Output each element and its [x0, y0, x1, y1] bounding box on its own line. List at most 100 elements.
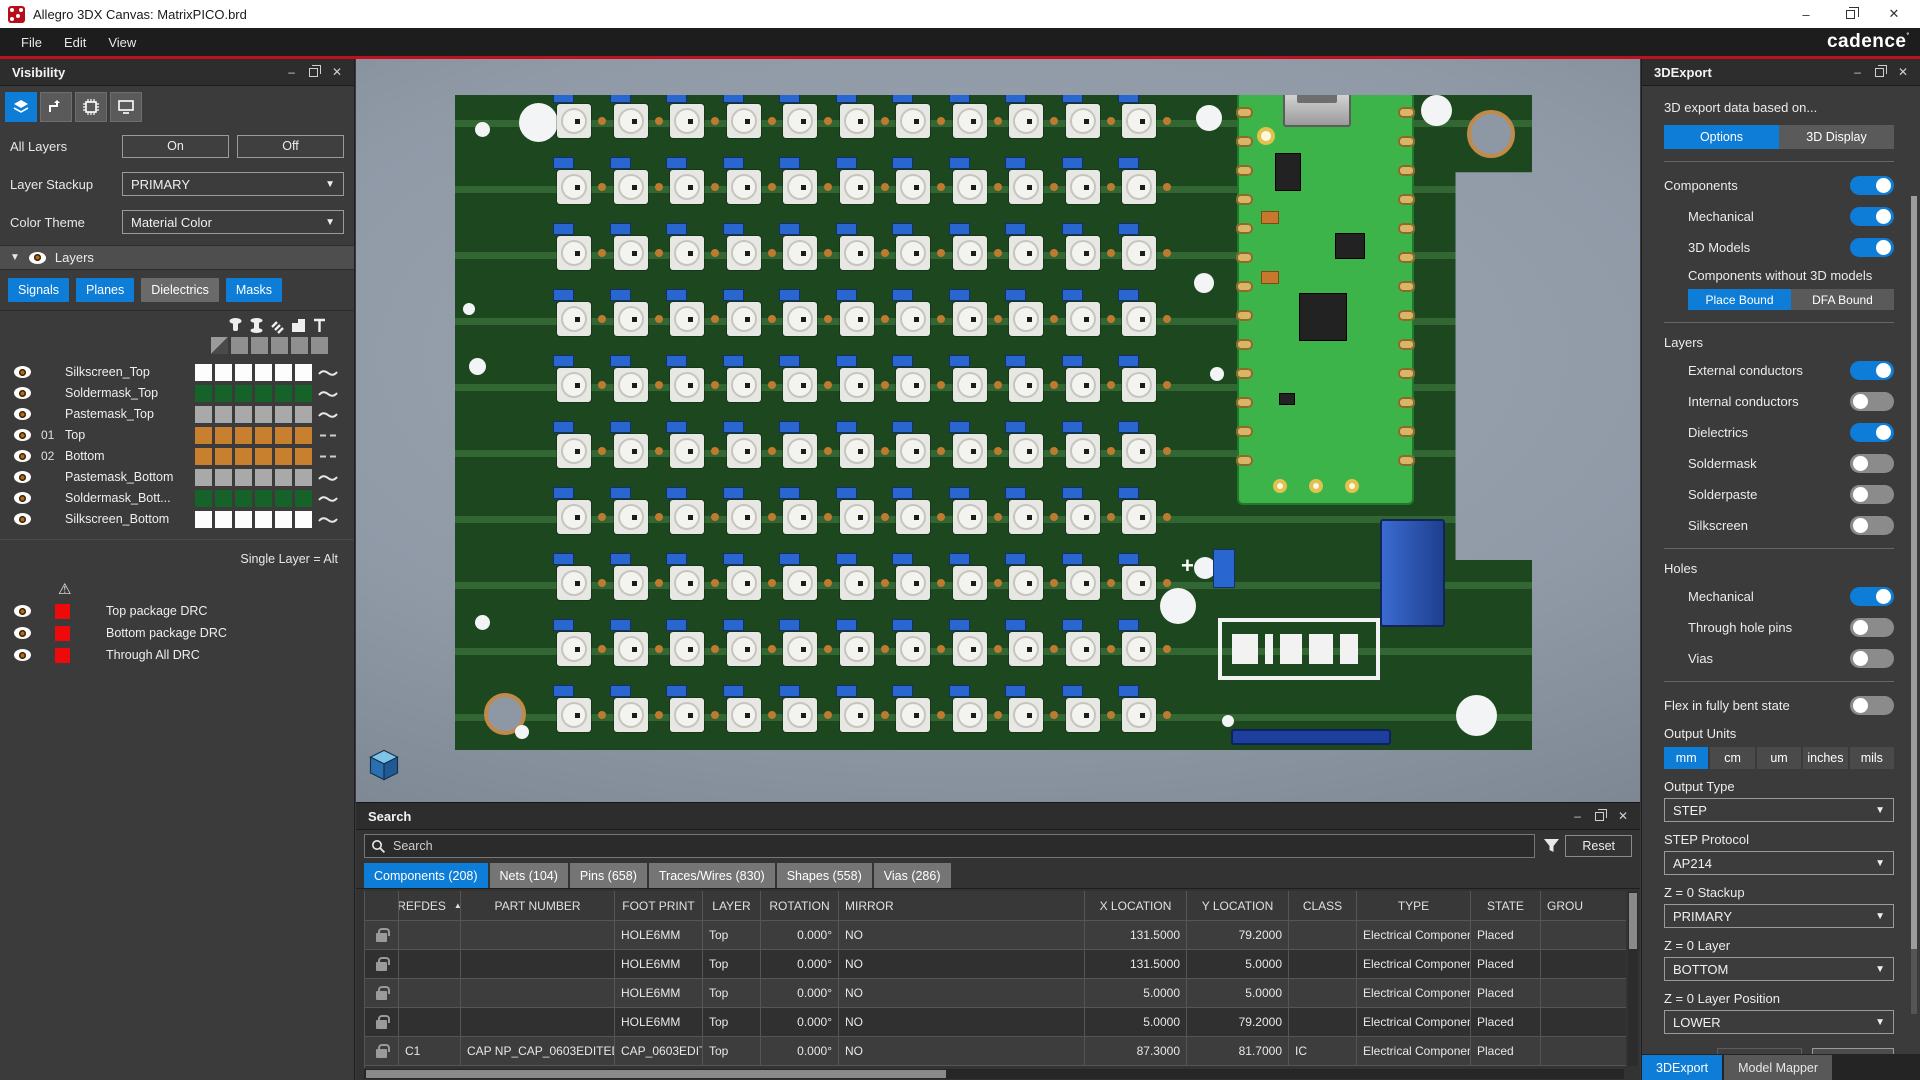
color-swatch[interactable] [235, 490, 252, 507]
toggle-switch[interactable] [1850, 423, 1894, 442]
table-row[interactable]: C1CAP NP_CAP_0603EDITED_CAP NPCAP_0603ED… [365, 1037, 1626, 1066]
pcb-board[interactable]: + [455, 95, 1532, 750]
column-header[interactable] [365, 891, 399, 920]
toggle-switch[interactable] [1850, 361, 1894, 380]
dfa-bound-button[interactable]: DFA Bound [1791, 289, 1894, 310]
drc-visibility-eye-icon[interactable] [14, 627, 31, 639]
search-tab-components[interactable]: Components (208) [364, 863, 488, 888]
search-input[interactable]: Search [364, 834, 1535, 858]
column-header[interactable]: STATE [1471, 891, 1541, 920]
visibility-float-icon[interactable] [309, 68, 318, 77]
color-swatch[interactable] [275, 364, 292, 381]
layers-section-header[interactable]: ▼ Layers [0, 245, 354, 270]
drc-visibility-eye-icon[interactable] [14, 649, 31, 661]
export-float-icon[interactable] [1875, 68, 1884, 77]
color-swatch[interactable] [255, 490, 272, 507]
table-vertical-scrollbar[interactable] [1628, 891, 1638, 1066]
z0-layer-select[interactable]: BOTTOM▼ [1664, 957, 1894, 981]
color-swatch[interactable] [291, 337, 308, 354]
export-button[interactable]: Export [1812, 1048, 1894, 1054]
toggle-switch[interactable] [1850, 696, 1894, 715]
toggle-switch[interactable] [1850, 587, 1894, 606]
color-swatch[interactable] [295, 385, 312, 402]
column-header[interactable]: MIRROR [839, 891, 1085, 920]
color-swatch[interactable] [255, 511, 272, 528]
z0-layer-position-select[interactable]: LOWER▼ [1664, 1010, 1894, 1034]
color-swatch[interactable] [195, 469, 212, 486]
color-swatch[interactable] [235, 469, 252, 486]
color-swatch[interactable] [275, 385, 292, 402]
drc-visibility-eye-icon[interactable] [14, 605, 31, 617]
place-bound-button[interactable]: Place Bound [1688, 289, 1791, 310]
raspberry-pi-pico-module[interactable] [1237, 91, 1414, 505]
unit-cm-button[interactable]: cm [1710, 747, 1754, 769]
color-swatch[interactable] [211, 337, 228, 354]
color-swatch[interactable] [215, 448, 232, 465]
table-row[interactable]: HOLE6MMTop0.000°NO5.00005.0000Electrical… [365, 979, 1626, 1008]
color-swatch[interactable] [235, 448, 252, 465]
layer-filter-masks[interactable]: Masks [226, 278, 282, 302]
visibility-minimize-icon[interactable]: – [288, 66, 295, 78]
toggle-switch[interactable] [1850, 485, 1894, 504]
column-header[interactable]: X LOCATION [1085, 891, 1187, 920]
search-minimize-icon[interactable]: – [1574, 810, 1581, 822]
color-swatch[interactable] [255, 448, 272, 465]
unit-mm-button[interactable]: mm [1664, 747, 1708, 769]
color-swatch[interactable] [215, 427, 232, 444]
toggle-switch[interactable] [1850, 392, 1894, 411]
lock-icon[interactable] [376, 991, 387, 1000]
color-swatch[interactable] [195, 406, 212, 423]
color-swatch[interactable] [195, 448, 212, 465]
search-tab-shapes[interactable]: Shapes (558) [777, 863, 872, 888]
reset-button[interactable]: Reset [1565, 835, 1632, 857]
color-swatch[interactable] [195, 364, 212, 381]
color-swatch[interactable] [295, 469, 312, 486]
search-tab-pins[interactable]: Pins (658) [570, 863, 647, 888]
table-row[interactable]: HOLE6MMTop0.000°NO131.50005.0000Electric… [365, 950, 1626, 979]
export-mode-options[interactable]: Options [1664, 125, 1779, 149]
toggle-switch[interactable] [1850, 207, 1894, 226]
table-row[interactable]: HOLE6MMTop0.000°NO131.500079.2000Electri… [365, 921, 1626, 950]
color-swatch[interactable] [255, 427, 272, 444]
display-tool-button[interactable] [110, 92, 142, 122]
drc-color-swatch[interactable] [55, 626, 70, 641]
search-tab-traces/wires[interactable]: Traces/Wires (830) [649, 863, 775, 888]
layer-stackup-select[interactable]: PRIMARY▼ [122, 172, 344, 196]
output-type-select[interactable]: STEP▼ [1664, 798, 1894, 822]
layers-eye-icon[interactable] [29, 252, 46, 264]
color-swatch[interactable] [235, 364, 252, 381]
toggle-switch[interactable] [1850, 176, 1894, 195]
panel-tab-3dexport[interactable]: 3DExport [1642, 1055, 1722, 1080]
color-swatch[interactable] [215, 511, 232, 528]
color-swatch[interactable] [215, 469, 232, 486]
color-swatch[interactable] [275, 511, 292, 528]
window-close-button[interactable]: ✕ [1872, 0, 1916, 28]
color-swatch[interactable] [275, 448, 292, 465]
drc-color-swatch[interactable] [55, 648, 70, 663]
layer-visibility-eye-icon[interactable] [14, 513, 31, 525]
color-swatch[interactable] [255, 406, 272, 423]
menu-view[interactable]: View [97, 31, 147, 54]
trace-tool-button[interactable] [40, 92, 72, 122]
toggle-switch[interactable] [1850, 238, 1894, 257]
column-header[interactable]: TYPE [1357, 891, 1471, 920]
toggle-switch[interactable] [1850, 649, 1894, 668]
color-swatch[interactable] [295, 427, 312, 444]
unit-mils-button[interactable]: mils [1850, 747, 1894, 769]
color-swatch[interactable] [255, 469, 272, 486]
export-scrollbar[interactable] [1911, 196, 1917, 1014]
panel-tab-model-mapper[interactable]: Model Mapper [1724, 1055, 1832, 1080]
color-swatch[interactable] [275, 490, 292, 507]
layer-visibility-eye-icon[interactable] [14, 387, 31, 399]
search-tab-nets[interactable]: Nets (104) [490, 863, 568, 888]
menu-file[interactable]: File [10, 31, 53, 54]
color-swatch[interactable] [311, 337, 328, 354]
color-swatch[interactable] [271, 337, 288, 354]
layer-visibility-eye-icon[interactable] [14, 429, 31, 441]
color-swatch[interactable] [295, 364, 312, 381]
layer-filter-dielectrics[interactable]: Dielectrics [141, 278, 219, 302]
toggle-switch[interactable] [1850, 618, 1894, 637]
visibility-close-icon[interactable]: ✕ [332, 66, 342, 78]
layer-visibility-eye-icon[interactable] [14, 366, 31, 378]
color-swatch[interactable] [195, 511, 212, 528]
